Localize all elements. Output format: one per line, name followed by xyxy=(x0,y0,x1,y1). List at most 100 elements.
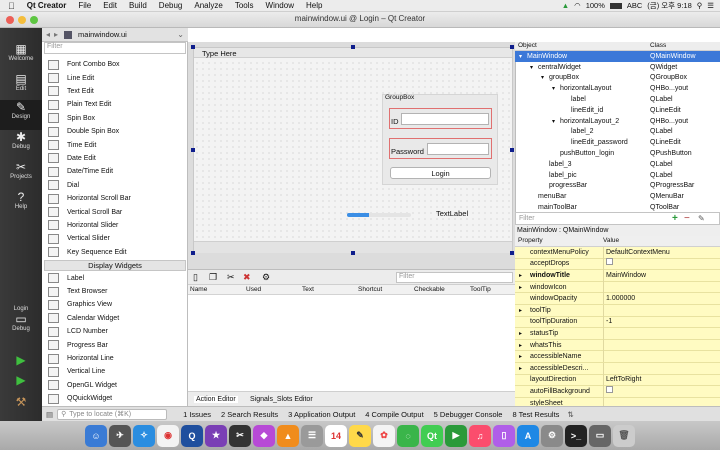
header-object[interactable]: Object xyxy=(518,42,537,49)
expand-arrow-icon[interactable]: ▸ xyxy=(519,284,522,291)
expand-arrow-icon[interactable]: ▾ xyxy=(519,53,522,60)
cut-icon[interactable]: ✂ xyxy=(227,272,235,283)
property-value[interactable] xyxy=(603,385,613,398)
widget-item[interactable]: Horizontal Line xyxy=(44,352,186,365)
new-action-icon[interactable]: ▯ xyxy=(193,272,198,283)
type-here-menu[interactable]: Type Here xyxy=(202,49,237,58)
widget-item[interactable]: QQuickWidget xyxy=(44,392,186,405)
debug-run-button[interactable]: ▶ xyxy=(0,373,42,391)
itunes-icon[interactable]: ♫ xyxy=(469,424,491,447)
property-value[interactable]: MainWindow xyxy=(603,269,646,282)
vlc-icon[interactable]: ▲ xyxy=(277,424,299,447)
property-value[interactable]: LeftToRight xyxy=(603,374,641,386)
expand-arrow-icon[interactable]: ▸ xyxy=(519,353,522,360)
quicktime-icon[interactable]: Q xyxy=(181,424,203,447)
id-input[interactable] xyxy=(401,113,489,125)
contacts-icon[interactable]: ☰ xyxy=(301,424,323,447)
horizontal-layout-id[interactable]: ID xyxy=(389,108,492,129)
clock[interactable]: (금) 오후 9:18 xyxy=(647,0,691,11)
resize-handle[interactable] xyxy=(510,45,514,49)
expand-arrow-icon[interactable]: ▾ xyxy=(552,118,555,125)
property-row[interactable]: toolTipDuration -1 xyxy=(515,316,720,329)
resize-handle[interactable] xyxy=(510,148,514,152)
property-value[interactable]: 1.000000 xyxy=(603,292,635,305)
menu-analyze[interactable]: Analyze xyxy=(188,1,228,10)
wifi-icon[interactable]: ◠ xyxy=(574,1,581,10)
widget-item[interactable]: LCD Number xyxy=(44,325,186,338)
notes-icon[interactable]: ✎ xyxy=(349,424,371,447)
widget-item[interactable]: Horizontal Scroll Bar xyxy=(44,192,186,205)
property-row[interactable]: ▸ windowTitle MainWindow xyxy=(515,269,720,282)
checkbox[interactable] xyxy=(606,258,613,266)
checkbox[interactable] xyxy=(606,385,613,393)
resize-handle[interactable] xyxy=(351,45,355,49)
menu-edit[interactable]: Edit xyxy=(97,1,123,10)
widget-item[interactable]: Plain Text Edit xyxy=(44,98,186,111)
terminal-icon[interactable]: >_ xyxy=(565,424,587,447)
category-display-widgets[interactable]: Display Widgets xyxy=(44,259,186,271)
mode-welcome[interactable]: ▦ Welcome xyxy=(0,42,42,72)
widget-item[interactable]: Label xyxy=(44,272,186,285)
col-checkable[interactable]: Checkable xyxy=(414,286,445,293)
kit-selector[interactable]: Login ▭ Debug xyxy=(0,306,42,342)
mountain-icon[interactable]: ▲ xyxy=(562,1,569,10)
safari-icon[interactable]: ✧ xyxy=(133,424,155,447)
input-source[interactable]: ABC xyxy=(627,1,642,10)
widget-item[interactable]: Spin Box xyxy=(44,112,186,125)
horizontal-layout-password[interactable]: Password xyxy=(389,138,492,159)
ibooks-icon[interactable]: ▯ xyxy=(493,424,515,447)
widget-item[interactable]: Time Edit xyxy=(44,138,186,151)
property-row[interactable]: ▸ accessibleDescri... xyxy=(515,362,720,375)
widget-item[interactable]: Vertical Scroll Bar xyxy=(44,205,186,218)
widget-item[interactable]: Line Edit xyxy=(44,71,186,84)
launchpad-icon[interactable]: ✈ xyxy=(109,424,131,447)
chrome-icon[interactable]: ◉ xyxy=(157,424,179,447)
notification-icon[interactable]: ☰ xyxy=(707,1,714,10)
action-filter-input[interactable]: Filter xyxy=(396,272,513,283)
pane-issues[interactable]: 1 Issues xyxy=(183,410,211,419)
remove-icon[interactable]: − xyxy=(684,213,690,224)
widget-filter-input[interactable]: Filter xyxy=(44,42,186,54)
widget-item[interactable]: Progress Bar xyxy=(44,339,186,352)
trash-icon[interactable]: 🗑 xyxy=(613,424,635,447)
menu-tools[interactable]: Tools xyxy=(229,1,260,10)
expand-arrow-icon[interactable]: ▸ xyxy=(519,365,522,372)
property-value[interactable] xyxy=(603,258,613,270)
property-row[interactable]: ▸ toolTip xyxy=(515,304,720,317)
object-tree-row[interactable]: label_pic QLabel xyxy=(515,170,720,181)
property-row[interactable]: layoutDirection LeftToRight xyxy=(515,374,720,387)
login-button[interactable]: Login xyxy=(390,167,491,179)
resize-handle[interactable] xyxy=(191,148,195,152)
object-tree-row[interactable]: ▾ horizontalLayout QHBo...yout xyxy=(515,83,720,94)
property-value[interactable] xyxy=(603,350,606,363)
object-tree-row[interactable]: label_2 QLabel xyxy=(515,127,720,138)
header-value[interactable]: Value xyxy=(603,237,619,244)
property-value[interactable] xyxy=(603,304,606,316)
menu-debug[interactable]: Debug xyxy=(153,1,189,10)
resize-handle[interactable] xyxy=(191,251,195,255)
pane-test-results[interactable]: 8 Test Results xyxy=(512,410,559,419)
property-row[interactable]: ▸ whatsThis xyxy=(515,339,720,352)
object-tree-row[interactable]: ▾ horizontalLayout_2 QHBo...yout xyxy=(515,116,720,127)
menu-help[interactable]: Help xyxy=(300,1,328,10)
object-tree-row[interactable]: ▾ groupBox QGroupBox xyxy=(515,73,720,84)
locator-input[interactable]: ⚲ Type to locate (⌘K) xyxy=(57,408,168,420)
battery-icon[interactable] xyxy=(609,2,622,9)
groupbox[interactable]: GroupBox ID Password Login xyxy=(382,94,498,185)
pane-debugger-console[interactable]: 5 Debugger Console xyxy=(434,410,503,419)
property-row[interactable]: windowOpacity 1.000000 xyxy=(515,292,720,305)
property-value[interactable]: DefaultContextMenu xyxy=(603,246,670,258)
messages-icon[interactable]: ◌ xyxy=(397,424,419,447)
property-row[interactable]: ▸ statusTip xyxy=(515,327,720,340)
col-name[interactable]: Name xyxy=(190,286,207,293)
mode-debug[interactable]: ✱ Debug xyxy=(0,130,42,160)
header-class[interactable]: Class xyxy=(650,42,666,49)
app-menu[interactable]: Qt Creator xyxy=(21,1,73,10)
settings-icon[interactable]: ⚙ xyxy=(262,272,270,283)
pane-search-results[interactable]: 2 Search Results xyxy=(221,410,278,419)
header-property[interactable]: Property xyxy=(518,237,543,244)
property-row[interactable]: autoFillBackground xyxy=(515,385,720,398)
property-row[interactable]: contextMenuPolicy DefaultContextMenu xyxy=(515,246,720,259)
object-tree-row[interactable]: ▾ MainWindow QMainWindow xyxy=(515,51,720,62)
widget-item[interactable]: Vertical Slider xyxy=(44,232,186,245)
